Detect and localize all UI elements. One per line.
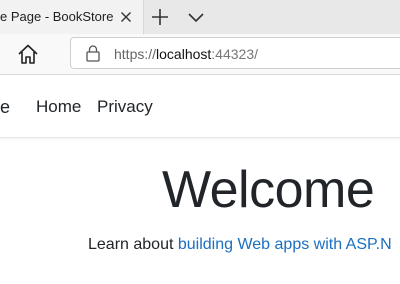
nav-link-home[interactable]: Home — [36, 97, 81, 117]
lead-prefix: Learn about — [88, 236, 178, 253]
url-host: localhost — [156, 46, 212, 62]
home-icon[interactable] — [16, 43, 40, 65]
url-port: :44323/ — [211, 46, 259, 62]
chevron-down-icon[interactable] — [184, 5, 208, 29]
nav-link-privacy[interactable]: Privacy — [97, 97, 153, 117]
page-title: Welcome — [162, 161, 375, 219]
lock-icon[interactable] — [86, 45, 100, 62]
browser-tabstrip: e Page - BookStore — [0, 0, 400, 34]
url-scheme: https:// — [114, 46, 157, 62]
docs-link[interactable]: building Web apps with ASP.N — [178, 236, 392, 253]
plus-icon[interactable] — [148, 5, 172, 29]
site-navbar: e Home Privacy — [0, 75, 400, 138]
lead-text: Learn about building Web apps with ASP.N — [88, 236, 392, 254]
browser-tab-active[interactable]: e Page - BookStore — [0, 0, 144, 34]
browser-toolbar: https://localhost:44323/ — [0, 34, 400, 75]
navbar-brand[interactable]: e — [0, 97, 10, 118]
tab-title: e Page - BookStore — [0, 9, 114, 24]
url-text[interactable]: https://localhost:44323/ — [114, 46, 258, 62]
address-bar[interactable]: https://localhost:44323/ — [70, 37, 400, 69]
close-icon[interactable] — [118, 9, 134, 25]
